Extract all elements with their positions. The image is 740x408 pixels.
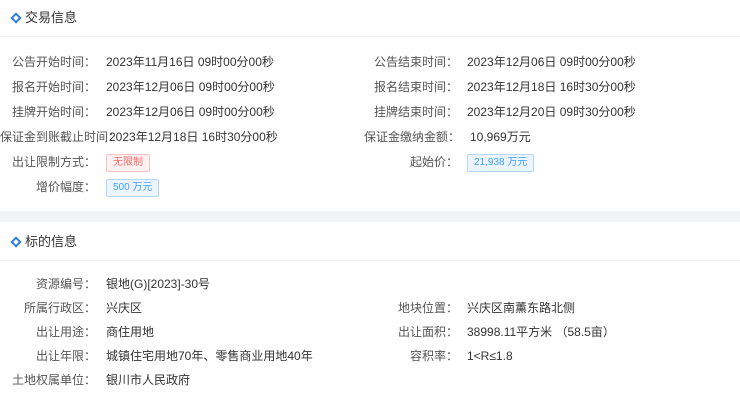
owner-label: 土地权属单位： xyxy=(11,373,96,387)
reg-end-label: 报名结束时间： xyxy=(373,80,458,94)
reg-start-value: 2023年12月06日 09时00分00秒 xyxy=(106,80,275,94)
district-row: 所属行政区： 兴庆区 地块位置： 兴庆区南薰东路北侧 xyxy=(0,298,740,318)
owner-row: 土地权属单位： 银川市人民政府 xyxy=(0,370,740,390)
deposit-amount-value: 10,969万元 xyxy=(470,130,531,144)
listing-time-row: 挂牌开始时间： 2023年12月06日 09时00分00秒 挂牌结束时间： 20… xyxy=(0,102,740,122)
restriction-tag: 无限制 xyxy=(106,154,150,172)
increment-row: 增价幅度： 500 万元 xyxy=(0,176,740,198)
list-end-value: 2023年12月20日 09时30分00秒 xyxy=(467,105,636,119)
deposit-amount-label: 保证金缴纳金额： xyxy=(363,130,460,144)
restriction-row: 出让限制方式： 无限制 起始价： 21,938 万元 xyxy=(0,151,740,173)
reg-end-value: 2023年12月18日 16时30分00秒 xyxy=(467,80,636,94)
term-row: 出让年限： 城镇住宅用地70年、零售商业用地40年 容积率： 1<R≤1.8 xyxy=(0,346,740,366)
location-value: 兴庆区南薰东路北侧 xyxy=(467,301,576,315)
start-price-label: 起始价： xyxy=(409,155,458,169)
location-label: 地块位置： xyxy=(397,301,458,315)
notice-end-value: 2023年12月06日 09时00分00秒 xyxy=(467,55,636,69)
usage-value: 商住用地 xyxy=(106,325,155,339)
registration-time-row: 报名开始时间： 2023年12月06日 09时00分00秒 报名结束时间： 20… xyxy=(0,77,740,97)
diamond-icon xyxy=(10,12,22,24)
trade-info-header: 交易信息 xyxy=(0,0,740,37)
list-start-label: 挂牌开始时间： xyxy=(11,105,96,119)
start-price-tag: 21,938 万元 xyxy=(467,154,535,172)
usage-label: 出让用途： xyxy=(35,325,96,339)
district-value: 兴庆区 xyxy=(106,301,143,315)
subject-info-title: 标的信息 xyxy=(25,234,78,249)
usage-row: 出让用途： 商住用地 出让面积： 38998.11平方米 （58.5亩） xyxy=(0,322,740,342)
area-label: 出让面积： xyxy=(397,325,458,339)
start-price-value: 21,938 万元 xyxy=(467,153,535,172)
subject-info-panel: 标的信息 资源编号： 银地(G)[2023]-30号 所属行政区： 兴庆区 地块… xyxy=(0,222,740,408)
area-value: 38998.11平方米 （58.5亩） xyxy=(467,325,615,339)
term-value: 城镇住宅用地70年、零售商业用地40年 xyxy=(106,349,313,363)
far-value: 1<R≤1.8 xyxy=(467,349,513,363)
term-label: 出让年限： xyxy=(35,349,96,363)
reg-start-label: 报名开始时间： xyxy=(11,80,96,94)
notice-start-value: 2023年11月16日 09时00分00秒 xyxy=(106,55,274,69)
deposit-deadline-label: 保证金到账截止时间： xyxy=(0,130,121,144)
restriction-label: 出让限制方式： xyxy=(11,155,96,169)
resource-no-value: 银地(G)[2023]-30号 xyxy=(106,277,211,291)
district-label: 所属行政区： xyxy=(23,301,96,315)
list-end-label: 挂牌结束时间： xyxy=(373,105,458,119)
trade-info-title: 交易信息 xyxy=(25,10,78,25)
notice-end-label: 公告结束时间： xyxy=(373,55,458,69)
resource-no-label: 资源编号： xyxy=(35,277,96,291)
notice-start-label: 公告开始时间： xyxy=(11,55,96,69)
trade-info-panel: 交易信息 公告开始时间： 2023年11月16日 09时00分00秒 公告结束时… xyxy=(0,0,740,211)
far-label: 容积率： xyxy=(409,349,458,363)
subject-info-header: 标的信息 xyxy=(0,222,740,261)
increment-value: 500 万元 xyxy=(106,178,160,197)
owner-value: 银川市人民政府 xyxy=(106,373,191,387)
increment-label: 增价幅度： xyxy=(35,180,96,194)
deposit-row: 保证金到账截止时间： 2023年12月18日 16时30分00秒 保证金缴纳金额… xyxy=(0,127,740,147)
deposit-deadline-value: 2023年12月18日 16时30分00秒 xyxy=(109,130,278,144)
resource-no-row: 资源编号： 银地(G)[2023]-30号 xyxy=(0,274,740,294)
notice-time-row: 公告开始时间： 2023年11月16日 09时00分00秒 公告结束时间： 20… xyxy=(0,52,740,72)
increment-tag: 500 万元 xyxy=(106,179,160,197)
diamond-icon xyxy=(10,236,22,248)
list-start-value: 2023年12月06日 09时00分00秒 xyxy=(106,105,275,119)
restriction-value: 无限制 xyxy=(106,153,150,172)
